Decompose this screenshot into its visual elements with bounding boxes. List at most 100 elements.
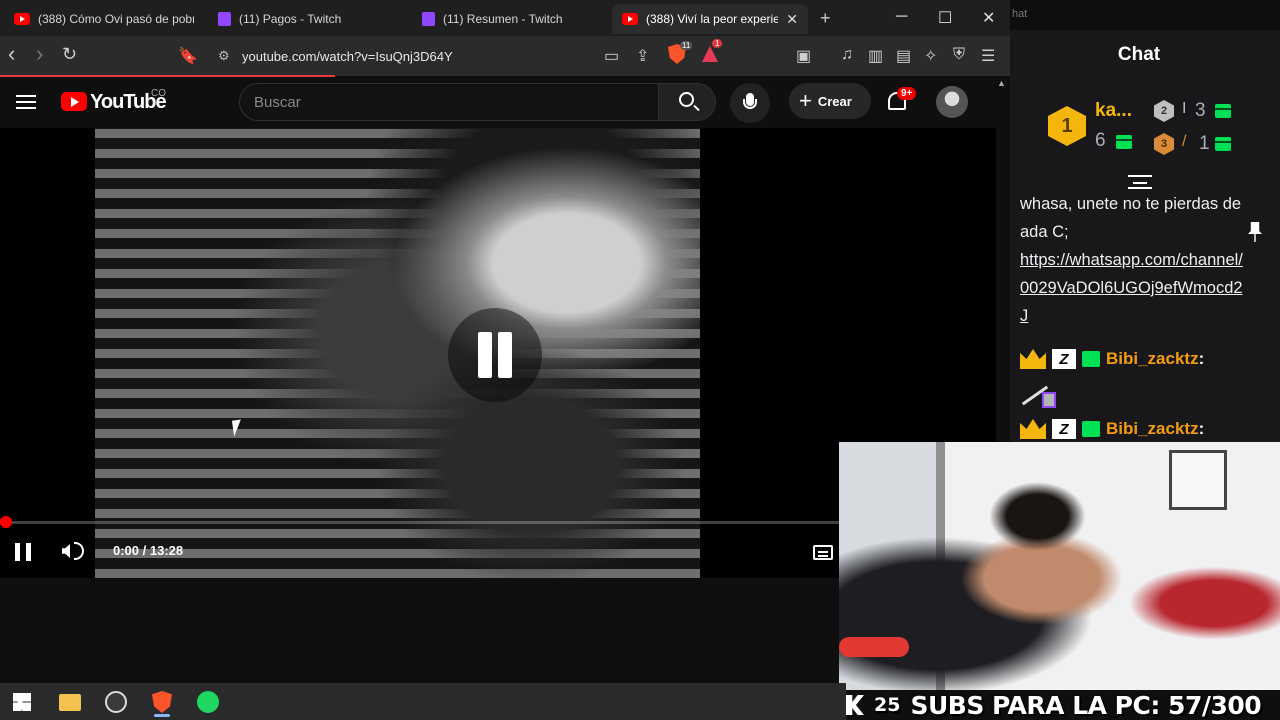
sidebar-icon[interactable]: ▥ [868, 46, 883, 66]
media-icon[interactable]: ♫ [841, 46, 853, 64]
youtube-header: YouTube CO Buscar + Crear 9+ ▲ [0, 78, 1010, 128]
volume-icon[interactable] [62, 544, 70, 558]
guide-menu-icon[interactable] [16, 95, 36, 109]
youtube-icon [14, 13, 30, 25]
expand-leaderboard-icon[interactable] [1128, 175, 1152, 189]
kick-count: 25 [874, 694, 901, 716]
emote-box [1042, 392, 1056, 408]
country-code: CO [151, 88, 166, 99]
search-input[interactable]: Buscar [239, 83, 659, 121]
menu-icon[interactable]: ☰ [981, 46, 995, 66]
leaderboard-top-count: 6 [1095, 130, 1106, 151]
search-icon [679, 92, 694, 107]
windows-icon [13, 693, 31, 711]
close-window-button[interactable]: ✕ [982, 8, 995, 28]
twitch-icon [218, 12, 231, 26]
brave-shields-count: 11 [680, 41, 693, 50]
brave-rewards-icon[interactable] [702, 46, 718, 62]
brave-button[interactable] [142, 687, 182, 717]
rewards-badge: 1 [712, 39, 723, 48]
create-label: Crear [817, 93, 852, 109]
subs-goal-overlay: 25 SUBS PARA LA PC: 57/300 [846, 690, 1262, 720]
create-button[interactable]: + Crear [789, 83, 871, 119]
chat-emote [1020, 382, 1062, 410]
tab-bar: (388) Cómo Ovi pasó de pobre (11) Pagos … [0, 0, 1010, 36]
spotify-icon [197, 691, 219, 713]
tab-title: (388) Cómo Ovi pasó de pobre [38, 12, 194, 26]
leaderboard-top-name[interactable]: ka... [1095, 100, 1132, 122]
close-tab-icon[interactable]: ✕ [786, 11, 798, 28]
start-button[interactable] [2, 687, 42, 717]
address-bar[interactable]: ⚙ youtube.com/watch?v=IsuQnj3D64Y [206, 41, 696, 71]
youtube-icon [622, 13, 638, 25]
red-light [839, 637, 909, 657]
bookmark-icon[interactable]: 🔖 [178, 46, 198, 66]
rank-3-separator: / [1182, 133, 1187, 150]
brave-icon [152, 691, 172, 713]
account-avatar[interactable] [936, 86, 968, 118]
url-text: youtube.com/watch?v=IsuQnj3D64Y [242, 48, 453, 64]
cast-icon[interactable]: ▭ [604, 46, 619, 66]
pause-overlay-icon[interactable] [448, 308, 542, 402]
chat-colon: : [1198, 419, 1205, 438]
maximize-button[interactable]: ☐ [938, 8, 952, 28]
rank-2-count: 3 [1195, 100, 1206, 121]
wallet-icon[interactable]: ▤ [896, 46, 911, 66]
chat-title: Chat [1117, 44, 1161, 65]
youtube-logo-icon[interactable] [61, 92, 87, 111]
gift-icon [1215, 137, 1231, 151]
progress-scrubber[interactable] [0, 516, 12, 528]
video-frame [95, 128, 700, 578]
file-explorer-button[interactable] [50, 687, 90, 717]
scrollbar-up-arrow[interactable]: ▲ [997, 78, 1006, 88]
obs-button[interactable] [96, 687, 136, 717]
crown-badge-icon [1020, 349, 1046, 369]
subs-goal-text: SUBS PARA LA PC: 57/300 [910, 690, 1262, 720]
chat-strip-label: hat [1010, 0, 1280, 30]
tab-twitch-resumen[interactable]: (11) Resumen - Twitch [412, 4, 612, 34]
site-settings-icon[interactable]: ⚙ [218, 48, 230, 64]
new-tab-button[interactable]: + [820, 8, 831, 29]
minimize-button[interactable]: ─ [896, 8, 907, 26]
gift-badge-icon [1082, 351, 1100, 367]
forward-button[interactable]: › [36, 41, 43, 67]
twitch-icon [422, 12, 435, 26]
reload-button[interactable]: ↻ [62, 44, 77, 65]
crown-badge-icon [1020, 419, 1046, 439]
subtitles-icon[interactable] [813, 545, 833, 560]
spotify-button[interactable] [188, 687, 228, 717]
voice-search-button[interactable] [730, 83, 770, 123]
whatsapp-link[interactable]: https://whatsapp.com/channel/0029VaDOl6U… [1020, 251, 1243, 325]
vpn-icon[interactable]: ⛨ [953, 46, 965, 64]
chat-message: Z Bibi_zacktz: [1020, 416, 1204, 442]
share-icon[interactable]: ⇪ [636, 46, 649, 66]
taskbar [0, 683, 846, 720]
gift-icon [1215, 104, 1231, 118]
obs-icon [105, 691, 127, 713]
rank-2-separator: I [1182, 100, 1187, 117]
tab-youtube-active[interactable]: (388) Viví la peor experienc ✕ [612, 4, 808, 34]
tab-twitch-pagos[interactable]: (11) Pagos - Twitch [208, 4, 408, 34]
z-badge-icon: Z [1052, 349, 1076, 369]
chat-username[interactable]: Bibi_zacktz [1106, 419, 1199, 439]
tab-title: (11) Pagos - Twitch [239, 12, 342, 26]
webcam-overlay [839, 442, 1280, 690]
kick-icon [846, 695, 864, 715]
leo-ai-icon[interactable]: ✧ [924, 46, 937, 66]
notifications-badge: 9+ [897, 87, 917, 100]
folder-icon [59, 693, 81, 711]
gift-badge-icon [1082, 421, 1100, 437]
whiteboard [1169, 450, 1227, 510]
pinned-message: whasa, unete no te pierdas de ada C; htt… [1020, 190, 1250, 330]
chat-username[interactable]: Bibi_zacktz [1106, 349, 1199, 369]
search-button[interactable] [658, 83, 716, 121]
volume-wave-icon [74, 542, 84, 560]
pause-button[interactable] [15, 543, 31, 561]
tab-youtube-ovi[interactable]: (388) Cómo Ovi pasó de pobre [4, 4, 204, 34]
time-display: 0:00 / 13:28 [113, 543, 184, 558]
back-button[interactable]: ‹ [8, 41, 15, 67]
screen: (388) Cómo Ovi pasó de pobre (11) Pagos … [0, 0, 1280, 720]
tab-search-icon[interactable]: ▣ [796, 46, 811, 66]
rank-3-count: 1 [1199, 133, 1210, 154]
pinned-message-text: whasa, unete no te pierdas de ada C; [1020, 195, 1242, 241]
